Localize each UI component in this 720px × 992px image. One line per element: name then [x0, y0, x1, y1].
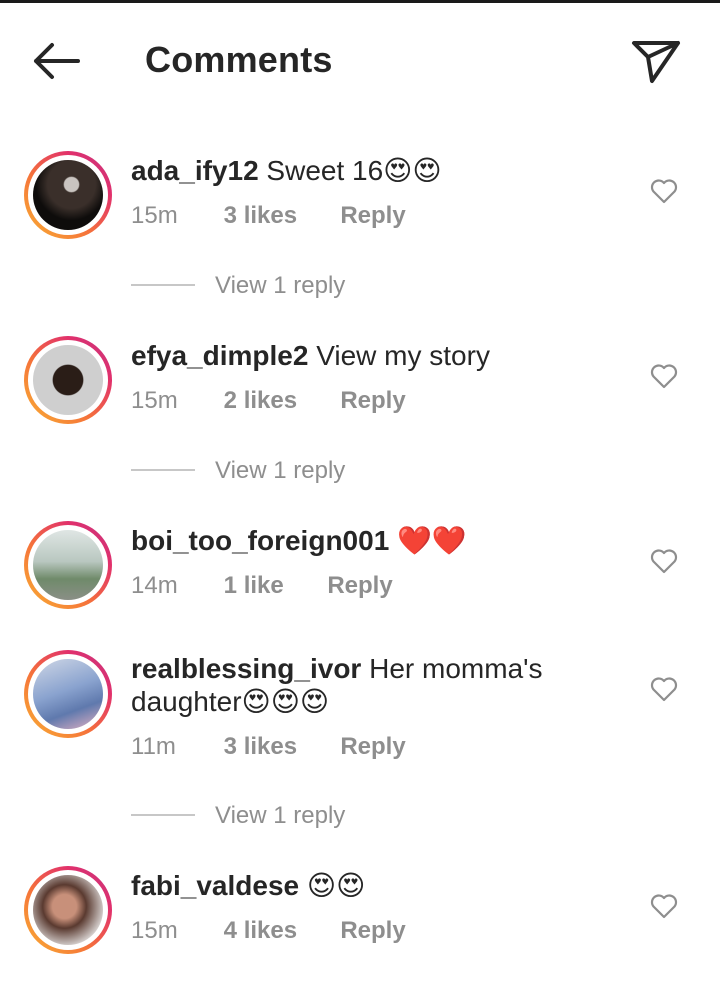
comment-emoji: ❤️❤️: [397, 524, 467, 557]
view-replies-link[interactable]: View 1 reply: [131, 272, 345, 300]
comment-likes[interactable]: 3 likes: [224, 733, 334, 761]
comment-username[interactable]: efya_dimple2: [131, 340, 308, 371]
like-button[interactable]: [650, 676, 678, 702]
comment-emoji: 😍😍😍: [241, 685, 330, 718]
heart-icon: [650, 364, 678, 389]
back-button[interactable]: [30, 39, 82, 83]
heart-icon: [650, 179, 678, 204]
comment-text: efya_dimple2 View my story: [131, 339, 601, 372]
comment-meta: 15m 4 likes Reply: [131, 917, 406, 945]
reply-button[interactable]: Reply: [327, 572, 392, 600]
avatar[interactable]: [24, 151, 112, 239]
avatar[interactable]: [24, 650, 112, 738]
comment-emoji: 😍😍: [306, 869, 366, 902]
comment-username[interactable]: fabi_valdese: [131, 870, 299, 901]
comment-body: Sweet 16: [266, 155, 384, 186]
avatar[interactable]: [24, 866, 112, 954]
like-button[interactable]: [650, 893, 678, 919]
comment-time: 14m: [131, 572, 178, 599]
avatar[interactable]: [24, 521, 112, 609]
like-button[interactable]: [650, 548, 678, 574]
comment-text: fabi_valdese 😍😍: [131, 869, 601, 902]
comment-likes[interactable]: 2 likes: [224, 387, 334, 415]
reply-button[interactable]: Reply: [340, 202, 405, 230]
heart-icon: [650, 549, 678, 574]
comment-time: 15m: [131, 917, 178, 944]
share-button[interactable]: [630, 37, 682, 85]
divider: [131, 468, 195, 471]
reply-button[interactable]: Reply: [340, 387, 405, 415]
paper-plane-icon: [632, 41, 680, 83]
view-replies-link[interactable]: View 1 reply: [131, 457, 345, 485]
reply-button[interactable]: Reply: [340, 733, 405, 761]
comment-likes[interactable]: 4 likes: [224, 917, 334, 945]
like-button[interactable]: [650, 363, 678, 389]
view-replies-label: View 1 reply: [215, 272, 346, 299]
comment-text: boi_too_foreign001 ❤️❤️: [131, 524, 601, 557]
view-replies-label: View 1 reply: [215, 457, 346, 484]
reply-button[interactable]: Reply: [340, 917, 405, 945]
comment-meta: 11m 3 likes Reply: [131, 733, 406, 761]
page-title: Comments: [145, 39, 333, 80]
comment-time: 15m: [131, 202, 178, 229]
comment-body: View my story: [316, 340, 490, 371]
comment-text: realblessing_ivor Her momma's daughter😍😍…: [131, 652, 601, 718]
heart-icon: [650, 677, 678, 702]
comment-likes[interactable]: 3 likes: [224, 202, 334, 230]
view-replies-label: View 1 reply: [215, 802, 346, 829]
comment-meta: 14m 1 like Reply: [131, 572, 393, 600]
divider: [131, 283, 195, 286]
comment-time: 11m: [131, 733, 176, 760]
comment-time: 15m: [131, 387, 178, 414]
arrow-left-icon: [34, 43, 80, 79]
heart-icon: [650, 894, 678, 919]
like-button[interactable]: [650, 178, 678, 204]
comment-emoji: 😍😍: [383, 154, 442, 187]
comment-meta: 15m 3 likes Reply: [131, 202, 406, 230]
comment-text: ada_ify12 Sweet 16😍😍: [131, 154, 601, 187]
avatar[interactable]: [24, 336, 112, 424]
comments-header: Comments: [0, 3, 720, 113]
comment-likes[interactable]: 1 like: [224, 572, 321, 600]
comment-username[interactable]: boi_too_foreign001: [131, 525, 389, 556]
divider: [131, 813, 195, 816]
view-replies-link[interactable]: View 1 reply: [131, 802, 345, 830]
comment-username[interactable]: ada_ify12: [131, 155, 259, 186]
comment-meta: 15m 2 likes Reply: [131, 387, 406, 415]
comment-username[interactable]: realblessing_ivor: [131, 653, 361, 684]
